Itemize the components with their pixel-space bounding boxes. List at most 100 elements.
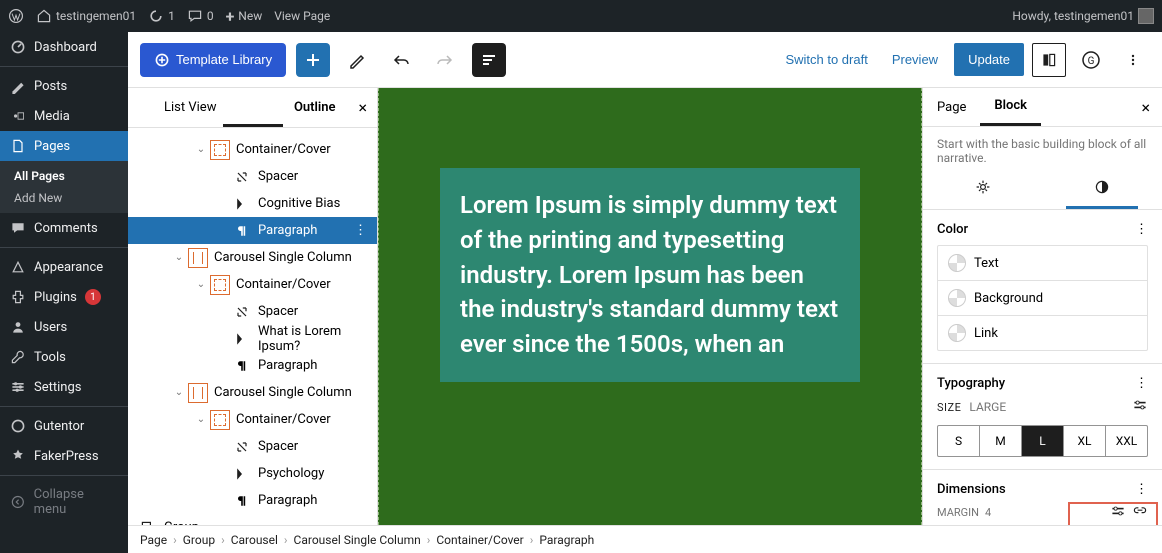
dimensions-more-icon[interactable]: ⋮ bbox=[1135, 482, 1148, 497]
comments-count[interactable]: 0 bbox=[187, 8, 214, 24]
breadcrumb-item[interactable]: Carousel Single Column bbox=[294, 533, 421, 547]
view-page[interactable]: View Page bbox=[274, 9, 330, 23]
tree-row[interactable]: Spacer bbox=[128, 163, 377, 190]
tree-row[interactable]: What is Lorem Ipsum? bbox=[128, 325, 377, 352]
margin-link-icon[interactable] bbox=[1132, 503, 1148, 522]
settings-toggle-button[interactable] bbox=[1032, 43, 1066, 77]
editor-canvas[interactable]: Lorem Ipsum is simply dummy text of the … bbox=[378, 88, 922, 525]
breadcrumb: Page › Group › Carousel › Carousel Single Colu… bbox=[128, 525, 1162, 553]
size-l[interactable]: L bbox=[1022, 426, 1064, 456]
chevron-right-icon: › bbox=[427, 533, 431, 547]
tab-listview[interactable]: List View bbox=[128, 90, 253, 125]
color-link[interactable]: Link bbox=[938, 315, 1147, 350]
breadcrumb-item[interactable]: Carousel bbox=[231, 533, 278, 547]
tab-settings-gear[interactable] bbox=[923, 169, 1043, 209]
tab-block[interactable]: Block bbox=[980, 88, 1041, 126]
typography-more-icon[interactable]: ⋮ bbox=[1135, 376, 1148, 391]
update-button[interactable]: Update bbox=[954, 43, 1024, 76]
size-m[interactable]: M bbox=[980, 426, 1022, 456]
tab-styles-contrast[interactable] bbox=[1043, 169, 1162, 209]
gutentor-icon[interactable]: G bbox=[1074, 43, 1108, 77]
menu-tools[interactable]: Tools bbox=[0, 342, 128, 372]
breadcrumb-item[interactable]: Group bbox=[183, 533, 215, 547]
tree-row[interactable]: ⌄Carousel Single Column bbox=[128, 379, 377, 406]
site-name[interactable]: testingemen01 bbox=[36, 8, 136, 24]
more-options-button[interactable] bbox=[1116, 43, 1150, 77]
menu-plugins[interactable]: Plugins1 bbox=[0, 282, 128, 312]
submenu-pages: All Pages Add New bbox=[0, 161, 128, 213]
tree-label: Spacer bbox=[258, 439, 371, 454]
chevron-right-icon: › bbox=[173, 533, 177, 547]
color-background[interactable]: Background bbox=[938, 280, 1147, 315]
tree-row[interactable]: Psychology bbox=[128, 460, 377, 487]
tree-row[interactable]: Paragraph bbox=[128, 487, 377, 514]
margin-value: 4 bbox=[985, 506, 991, 519]
menu-media[interactable]: Media bbox=[0, 101, 128, 131]
menu-collapse[interactable]: Collapse menu bbox=[0, 480, 128, 524]
updates-count[interactable]: 1 bbox=[148, 8, 175, 24]
tree-row[interactable]: Spacer bbox=[128, 298, 377, 325]
menu-users[interactable]: Users bbox=[0, 312, 128, 342]
breadcrumb-item[interactable]: Paragraph bbox=[539, 533, 594, 547]
preview-button[interactable]: Preview bbox=[884, 44, 946, 75]
menu-settings[interactable]: Settings bbox=[0, 372, 128, 402]
tree-row[interactable]: Paragraph⋮ bbox=[128, 217, 377, 244]
tree-row[interactable]: Cognitive Bias bbox=[128, 190, 377, 217]
dimensions-heading: Dimensions bbox=[937, 482, 1006, 497]
tree-row[interactable]: ⌄Container/Cover bbox=[128, 271, 377, 298]
tree-row[interactable]: ⌄Container/Cover bbox=[128, 406, 377, 433]
canvas-block[interactable]: Lorem Ipsum is simply dummy text of the … bbox=[440, 168, 860, 382]
menu-fakerpress[interactable]: FakerPress bbox=[0, 441, 128, 471]
undo-button[interactable] bbox=[384, 43, 418, 77]
size-s[interactable]: S bbox=[938, 426, 980, 456]
listview-close-icon[interactable]: × bbox=[358, 98, 367, 117]
chevron-right-icon: › bbox=[284, 533, 288, 547]
tab-page[interactable]: Page bbox=[923, 90, 980, 125]
tree-label: Cognitive Bias bbox=[258, 196, 371, 211]
menu-appearance[interactable]: Appearance bbox=[0, 252, 128, 282]
tree-label: Container/Cover bbox=[236, 142, 371, 157]
listview-toggle-button[interactable] bbox=[472, 43, 506, 77]
add-block-button[interactable] bbox=[296, 43, 330, 77]
menu-gutentor[interactable]: Gutentor bbox=[0, 411, 128, 441]
size-xl[interactable]: XL bbox=[1064, 426, 1106, 456]
margin-settings-icon[interactable] bbox=[1110, 503, 1126, 522]
plugin-badge: 1 bbox=[85, 289, 101, 305]
tree-row[interactable]: ›Group bbox=[128, 514, 377, 525]
editor-toolbar: Template Library Switch to draft Preview… bbox=[128, 32, 1162, 88]
listview-panel: List View Outline × ⌄Container/CoverSpac… bbox=[128, 88, 378, 525]
paragraph-block[interactable]: Lorem Ipsum is simply dummy text of the … bbox=[460, 188, 840, 362]
template-library-button[interactable]: Template Library bbox=[140, 43, 286, 77]
tree-row[interactable]: ⌄Container/Cover bbox=[128, 136, 377, 163]
color-heading: Color bbox=[937, 222, 968, 237]
submenu-add-new[interactable]: Add New bbox=[0, 187, 128, 209]
new-content[interactable]: +New bbox=[226, 7, 263, 26]
tree-row-more-icon[interactable]: ⋮ bbox=[350, 223, 371, 238]
tree-row[interactable]: Paragraph bbox=[128, 352, 377, 379]
edit-mode-button[interactable] bbox=[340, 43, 374, 77]
switch-draft-button[interactable]: Switch to draft bbox=[777, 44, 875, 75]
color-more-icon[interactable]: ⋮ bbox=[1135, 222, 1148, 237]
menu-posts[interactable]: Posts bbox=[0, 71, 128, 101]
menu-comments[interactable]: Comments bbox=[0, 213, 128, 243]
menu-pages[interactable]: Pages bbox=[0, 131, 128, 161]
typography-heading: Typography bbox=[937, 376, 1005, 391]
redo-button[interactable] bbox=[428, 43, 462, 77]
tree-label: Paragraph bbox=[258, 223, 350, 238]
howdy-account[interactable]: Howdy, testingemen01 bbox=[1012, 8, 1154, 24]
tree-label: Container/Cover bbox=[236, 277, 371, 292]
breadcrumb-item[interactable]: Page bbox=[140, 533, 167, 547]
color-text[interactable]: Text bbox=[938, 246, 1147, 280]
size-xxl[interactable]: XXL bbox=[1106, 426, 1147, 456]
tree-row[interactable]: Spacer bbox=[128, 433, 377, 460]
swatch-icon bbox=[948, 289, 966, 307]
tree-row[interactable]: ⌄Carousel Single Column bbox=[128, 244, 377, 271]
wp-logo[interactable] bbox=[8, 8, 24, 24]
size-value: LARGE bbox=[969, 400, 1006, 414]
submenu-all-pages[interactable]: All Pages bbox=[0, 165, 128, 187]
size-settings-icon[interactable] bbox=[1132, 397, 1148, 417]
swatch-icon bbox=[948, 254, 966, 272]
inspector-close-icon[interactable]: × bbox=[1129, 98, 1162, 117]
menu-dashboard[interactable]: Dashboard bbox=[0, 32, 128, 62]
breadcrumb-item[interactable]: Container/Cover bbox=[436, 533, 523, 547]
